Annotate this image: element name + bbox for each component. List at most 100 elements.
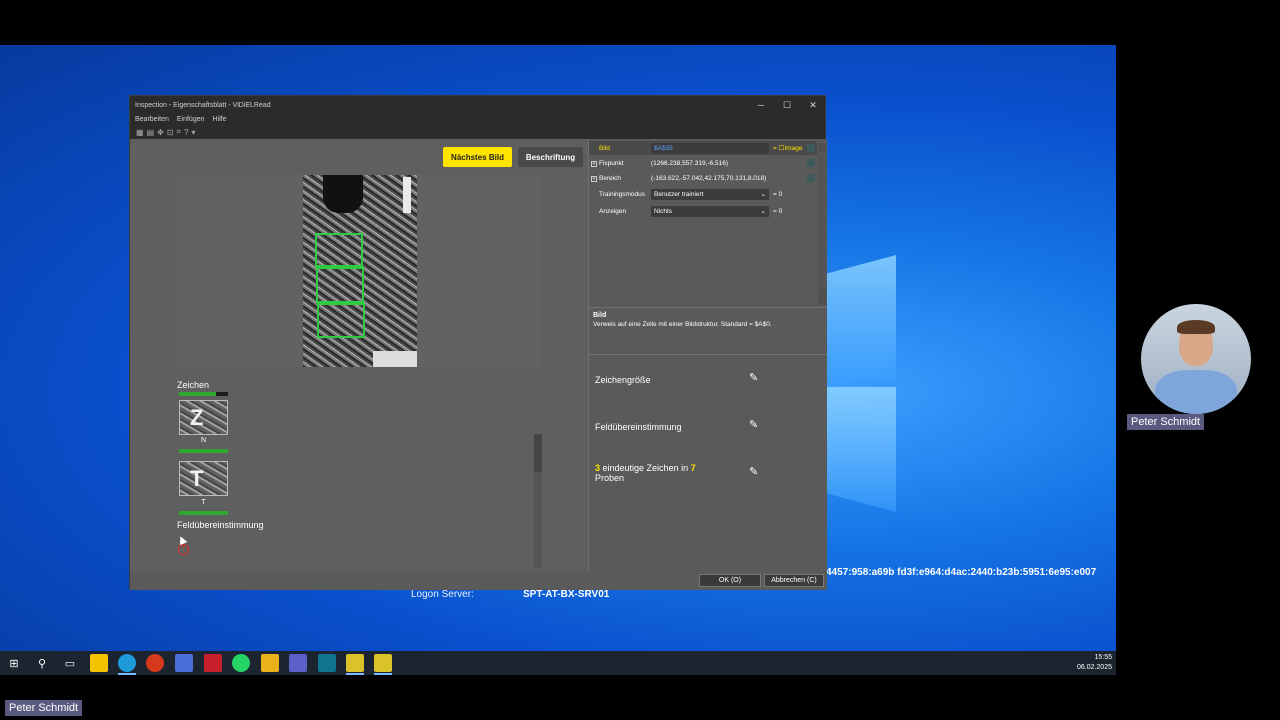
whatsapp-icon[interactable] bbox=[232, 654, 250, 672]
app-teal-icon[interactable] bbox=[318, 654, 336, 672]
prop-row-image[interactable]: Bild $A$35 = ☐Image bbox=[589, 141, 817, 155]
labeling-button[interactable]: Beschriftung bbox=[518, 147, 583, 167]
expand-icon[interactable]: + bbox=[591, 175, 597, 182]
cancel-button[interactable]: Abbrechen (C) bbox=[764, 574, 824, 587]
prop-input-image[interactable]: $A$35 bbox=[651, 142, 769, 154]
minimize-button[interactable]: ─ bbox=[748, 96, 774, 114]
file-explorer-icon[interactable] bbox=[261, 654, 279, 672]
sample-count: 7 bbox=[690, 463, 696, 473]
insight-active-icon[interactable] bbox=[374, 654, 392, 672]
menu-bar: Bearbeiten Einfügen Hilfe bbox=[130, 114, 825, 125]
zoom-icon[interactable]: ⊡ bbox=[167, 128, 174, 137]
next-image-button[interactable]: Nächstes Bild bbox=[443, 147, 512, 167]
prop-name-region: Bereich bbox=[599, 174, 622, 182]
prop-name-fixpoint: Fixpunkt bbox=[599, 159, 624, 167]
char-glyph-2: T bbox=[190, 466, 204, 491]
section-chars-label: Zeichen bbox=[177, 380, 210, 390]
crop-icon[interactable]: ⌗ bbox=[177, 127, 182, 137]
logon-server-value: SPT-AT-BX-SRV01 bbox=[523, 589, 610, 600]
property-scrollbar[interactable] bbox=[818, 143, 826, 305]
menu-edit[interactable]: Bearbeiten bbox=[135, 116, 169, 123]
menu-help[interactable]: Hilfe bbox=[213, 116, 227, 123]
title-bar: Inspection - Eigenschaftsblatt - ViDiELR… bbox=[130, 96, 825, 114]
prop-suffix-display: = 0 bbox=[773, 207, 783, 215]
scrollbar-thumb[interactable] bbox=[534, 434, 542, 472]
display-select[interactable]: Nichts ⌄ bbox=[651, 205, 769, 217]
ocr-image bbox=[303, 175, 417, 367]
image-viewer[interactable] bbox=[177, 175, 542, 367]
close-button[interactable]: ✕ bbox=[800, 96, 826, 114]
char-progress-1 bbox=[179, 392, 216, 396]
app-red-icon[interactable] bbox=[146, 654, 164, 672]
scrollbar[interactable] bbox=[534, 434, 542, 568]
prop-name-image: Bild bbox=[599, 144, 610, 152]
right-panel: Bild $A$35 = ☐Image + Fixpunkt (1266.238,… bbox=[588, 139, 827, 571]
chevron-down-icon: ⌄ bbox=[760, 208, 766, 215]
prop-row-region[interactable]: + Bereich (-163.622,-57.042,42.175,70.131… bbox=[589, 171, 817, 185]
edit-field-match-pencil-icon[interactable]: ✎ bbox=[749, 418, 758, 431]
insight-icon[interactable] bbox=[346, 654, 364, 672]
edge-icon[interactable] bbox=[118, 654, 136, 672]
prop-help-icon[interactable] bbox=[807, 159, 815, 167]
app-blue-icon[interactable] bbox=[175, 654, 193, 672]
prop-row-display[interactable]: Anzeigen Nichts ⌄ = 0 bbox=[589, 204, 817, 218]
presenter-name-side: Peter Schmidt bbox=[1127, 414, 1205, 430]
char-progress-2 bbox=[179, 449, 228, 453]
pdf-icon[interactable] bbox=[204, 654, 222, 672]
prop-help-icon[interactable] bbox=[807, 174, 815, 182]
unique-text-a: eindeutige Zeichen in bbox=[600, 463, 691, 473]
search-icon[interactable]: ⚲ bbox=[33, 654, 51, 672]
clock-date: 06.02.2025 bbox=[1076, 664, 1112, 671]
clock-time: 15:55 bbox=[1094, 654, 1112, 661]
presenter-name-bottom: Peter Schmidt bbox=[5, 700, 83, 716]
toolbar: ▦ ▤ ✥ ⊡ ⌗ ? ▾ bbox=[130, 125, 825, 139]
char-glyph-1: Z bbox=[190, 405, 204, 430]
start-icon[interactable]: ⊞ bbox=[5, 654, 23, 672]
feature-field-match: Feldübereinstimmung bbox=[595, 422, 682, 432]
dialog-footer: OK (O) Abbrechen (C) bbox=[130, 571, 827, 590]
prop-help-icon[interactable] bbox=[807, 144, 815, 152]
description-title: Bild bbox=[593, 312, 607, 319]
training-mode-select[interactable]: Benutzer trainiert ⌄ bbox=[651, 188, 769, 200]
help-icon[interactable]: ? bbox=[184, 128, 188, 137]
char-label-1: N bbox=[200, 437, 207, 444]
prop-row-fixpoint[interactable]: + Fixpunkt (1266.238,557.319,-6.516) bbox=[589, 156, 817, 170]
menu-insert[interactable]: Einfügen bbox=[177, 116, 205, 123]
edit-char-size-pencil-icon[interactable]: ✎ bbox=[749, 371, 758, 384]
edit-unique-chars-pencil-icon[interactable]: ✎ bbox=[749, 465, 758, 478]
expand-icon[interactable]: + bbox=[591, 160, 597, 167]
description-text: Verweis auf eine Zelle mit einer Bildstr… bbox=[593, 321, 772, 328]
sticky-notes-icon[interactable] bbox=[90, 654, 108, 672]
prop-name-display: Anzeigen bbox=[599, 207, 627, 215]
logon-server-label: Logon Server: bbox=[411, 589, 474, 600]
dropdown-icon[interactable]: ▾ bbox=[192, 128, 196, 137]
prop-suffix-image: = ☐Image bbox=[773, 145, 803, 152]
char-box-2[interactable] bbox=[316, 267, 364, 303]
char-box-1[interactable] bbox=[315, 233, 363, 267]
property-scrollbar-thumb[interactable] bbox=[818, 151, 826, 289]
feature-char-size: Zeichengröße bbox=[595, 375, 651, 385]
pin-icon[interactable]: ✥ bbox=[157, 128, 164, 137]
feature-unique-chars: 3 eindeutige Zeichen in 7 Proben bbox=[595, 463, 715, 483]
char-box-3[interactable] bbox=[317, 303, 365, 338]
prop-row-training-mode[interactable]: Trainingsmodus Benutzer trainiert ⌄ = 0 bbox=[589, 187, 817, 201]
grid-icon[interactable]: ▦ bbox=[136, 128, 144, 137]
display-value: Nichts bbox=[654, 207, 673, 215]
section-field-label: Feldübereinstimmung bbox=[177, 520, 264, 530]
prop-value-fixpoint: (1266.238,557.319,-6.516) bbox=[651, 159, 728, 167]
char-thumb-1[interactable]: Z bbox=[179, 400, 228, 435]
maximize-button[interactable]: ☐ bbox=[774, 96, 800, 114]
property-grid: Bild $A$35 = ☐Image + Fixpunkt (1266.238,… bbox=[589, 141, 827, 306]
presenter-avatar bbox=[1141, 304, 1251, 414]
ok-button[interactable]: OK (O) bbox=[699, 574, 761, 587]
chevron-down-icon: ⌄ bbox=[760, 191, 766, 198]
teams-icon[interactable] bbox=[289, 654, 307, 672]
description-panel: Bild Verweis auf eine Zelle mit einer Bi… bbox=[589, 307, 827, 355]
taskbar: ⊞ ⚲ ▭ 15:55 06.02.2025 bbox=[0, 651, 1116, 675]
windows-logo-wallpaper bbox=[826, 255, 896, 515]
char-thumb-2[interactable]: T bbox=[179, 461, 228, 496]
table-icon[interactable]: ▤ bbox=[147, 128, 155, 137]
error-icon[interactable]: ! bbox=[178, 544, 189, 555]
task-view-icon[interactable]: ▭ bbox=[61, 654, 79, 672]
taskbar-clock[interactable]: 15:55 06.02.2025 bbox=[1077, 653, 1112, 673]
